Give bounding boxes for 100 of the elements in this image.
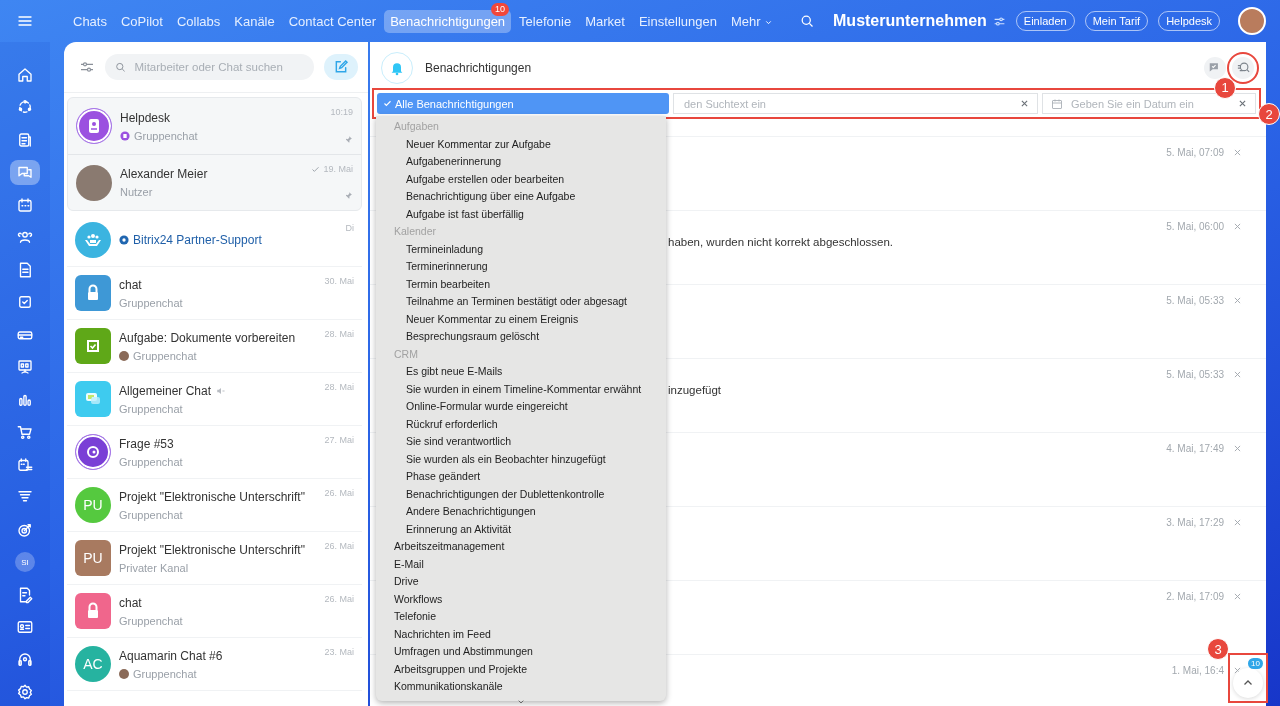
dropdown-option[interactable]: Andere Benachrichtigungen [376, 503, 666, 521]
dropdown-option[interactable]: Kommunikationskanäle [376, 678, 666, 696]
dropdown-option[interactable]: E-Mail [376, 555, 666, 573]
date-field[interactable]: Geben Sie ein Datum ein [1042, 93, 1256, 114]
dropdown-option[interactable]: Rückruf erforderlich [376, 415, 666, 433]
dropdown-option[interactable]: Erinnerung an Aktivität [376, 520, 666, 538]
dropdown-option[interactable]: Neuer Kommentar zur Aufgabe [376, 135, 666, 153]
dropdown-option[interactable]: Neuer Kommentar zu einem Ereignis [376, 310, 666, 328]
notification-time: 5. Mai, 07:09 [1166, 147, 1224, 158]
chat-item[interactable]: AC Aquamarin Chat #6 Gruppenchat 23. Mai [67, 638, 362, 691]
chat-item[interactable]: Helpdesk Gruppenchat 10:19 [68, 98, 361, 154]
notification-time: 4. Mai, 17:49 [1166, 443, 1224, 454]
callout-number: 2 [1258, 103, 1280, 125]
chat-item[interactable]: PU Projekt "Elektronische Unterschrift" Privater Kanal 26. Mai [67, 532, 362, 585]
chat-item[interactable]: Frage #53 Gruppenchat 27. Mai [67, 426, 362, 479]
chat-avatar: PU [75, 487, 111, 523]
new-chat-button[interactable] [324, 54, 358, 80]
notification-time: 5. Mai, 06:00 [1166, 221, 1224, 232]
chat-name: Helpdesk [120, 110, 171, 125]
close-icon[interactable] [1233, 444, 1242, 453]
planner-icon[interactable] [16, 455, 34, 474]
close-icon[interactable] [1233, 370, 1242, 379]
dropdown-option[interactable]: Besprechungsraum gelöscht [376, 328, 666, 346]
sliders-icon[interactable] [992, 14, 1006, 28]
dropdown-option[interactable]: Benachrichtigungen der Dublettenkontrolle [376, 485, 666, 503]
nav-tab[interactable]: Einstellungen [632, 9, 723, 33]
close-icon[interactable] [1233, 518, 1242, 527]
clear-icon[interactable] [1020, 99, 1029, 108]
dropdown-option[interactable]: Umfragen und Abstimmungen [376, 643, 666, 661]
dropdown-option[interactable]: Phase geändert [376, 468, 666, 486]
settings-icon[interactable] [16, 683, 34, 701]
search-field[interactable]: den Suchtext ein [673, 93, 1038, 114]
nav-tab[interactable]: Telefonie [513, 9, 578, 33]
checkbox-icon[interactable] [16, 293, 34, 311]
dropdown-option[interactable]: Benachrichtigung über eine Aufgabe [376, 188, 666, 206]
scroll-down-button[interactable] [1233, 668, 1263, 698]
search-field[interactable]: Mitarbeiter oder Chat suchen [105, 54, 314, 80]
notification-time: 2. Mai, 17:09 [1166, 591, 1224, 602]
chat-item[interactable]: Alexander Meier Nutzer 19. Mai [68, 154, 361, 210]
dropdown-option[interactable]: Drive [376, 573, 666, 591]
dropdown-option[interactable]: Sie sind verantwortlich [376, 433, 666, 451]
presentation-icon[interactable] [16, 358, 34, 376]
close-icon[interactable] [1233, 592, 1242, 601]
dropdown-option[interactable]: Sie wurden als ein Beobachter hinzugefügt [376, 450, 666, 468]
chat-item[interactable]: Aufgabe: Dokumente vorbereiten Gruppenchat 28. Mai [67, 320, 362, 373]
chat-avatar: AC [75, 646, 111, 682]
dropdown-option[interactable]: Arbeitsgruppen und Projekte [376, 660, 666, 678]
dropdown-option[interactable]: Workflows [376, 590, 666, 608]
dropdown-option[interactable]: Aufgabenerinnerung [376, 153, 666, 171]
nav-tab[interactable]: Mehr [724, 9, 779, 33]
dropdown-option[interactable]: Online-Formular wurde eingereicht [376, 398, 666, 416]
chat-subtitle: Gruppenchat [134, 129, 198, 142]
chat-name: Frage #53 [119, 436, 174, 451]
dropdown-option[interactable]: Termineinladung [376, 240, 666, 258]
calendar-icon[interactable] [16, 195, 34, 214]
chat-name: Allgemeiner Chat [119, 383, 212, 398]
notification-text: haben, wurden nicht korrekt abgeschlossen. [668, 236, 895, 248]
callout-number: 1 [1214, 76, 1236, 99]
chat-subtitle: Gruppenchat [119, 614, 183, 627]
notification-text: inzugefügt [668, 384, 723, 396]
dropdown-option[interactable]: Telefonie [376, 608, 666, 626]
chat-name: Projekt "Elektronische Unterschrift" [119, 542, 305, 557]
panel-title: Benachrichtigungen [425, 60, 532, 75]
chat-time: 26. Mai [324, 594, 354, 604]
id-card-icon[interactable] [16, 618, 34, 636]
chat-item[interactable]: PU Projekt "Elektronische Unterschrift" Gruppenchat 26. Mai [67, 479, 362, 532]
group-heading: Aufgaben [393, 119, 440, 134]
company-name[interactable]: Musterunternehmen [833, 12, 987, 30]
menu-icon[interactable] [17, 13, 33, 29]
filter-icon[interactable] [79, 59, 95, 75]
dropdown-option[interactable]: Es gibt neue E-Mails [376, 363, 666, 381]
chat-time: 26. Mai [324, 488, 354, 498]
orbit-icon[interactable] [16, 98, 34, 116]
headset-icon[interactable] [16, 650, 34, 669]
chat-item[interactable]: Allgemeiner Chat Gruppenchat 28. Mai [67, 373, 362, 426]
dropdown-option[interactable]: Termin bearbeiten [376, 275, 666, 293]
dropdown-option[interactable]: Nachrichten im Feed [376, 625, 666, 643]
nav-tab[interactable]: Market [579, 9, 631, 33]
chat-item[interactable]: chat Gruppenchat 26. Mai [67, 585, 362, 638]
dropdown-option[interactable]: Sie wurden in einem Timeline-Kommentar erwähnt [376, 380, 666, 398]
close-icon[interactable] [1233, 296, 1242, 305]
search-input[interactable]: Mitarbeiter oder Chat suchen [132, 60, 304, 74]
notification-time: 3. Mai, 17:29 [1166, 517, 1224, 528]
notification-time: 1. Mai, 16:4 [1171, 665, 1224, 676]
chat-name: chat [119, 277, 142, 292]
close-icon[interactable] [1233, 222, 1242, 231]
icon-button[interactable] [1204, 56, 1226, 79]
newspaper-icon[interactable] [16, 130, 34, 149]
dropdown-option[interactable]: Aufgabe erstellen oder bearbeiten [376, 170, 666, 188]
dropdown-option[interactable]: Aufgabe ist fast überfällig [376, 205, 666, 223]
cart-icon[interactable] [16, 423, 34, 441]
chat-item[interactable]: chat Gruppenchat 30. Mai [67, 267, 362, 320]
chat-time: 23. Mai [324, 647, 354, 657]
user-avatar[interactable] [1238, 7, 1266, 35]
dropdown-option[interactable]: Terminerinnerung [376, 258, 666, 276]
close-icon[interactable] [1233, 148, 1242, 157]
dropdown-option[interactable]: Teilnahme an Terminen bestätigt oder abgesagt [376, 293, 666, 311]
clear-icon[interactable] [1238, 99, 1247, 108]
dropdown-option[interactable]: Arbeitszeitmanagement [376, 538, 666, 556]
chat-item[interactable]: Bitrix24 Partner-Support Di [67, 214, 362, 267]
